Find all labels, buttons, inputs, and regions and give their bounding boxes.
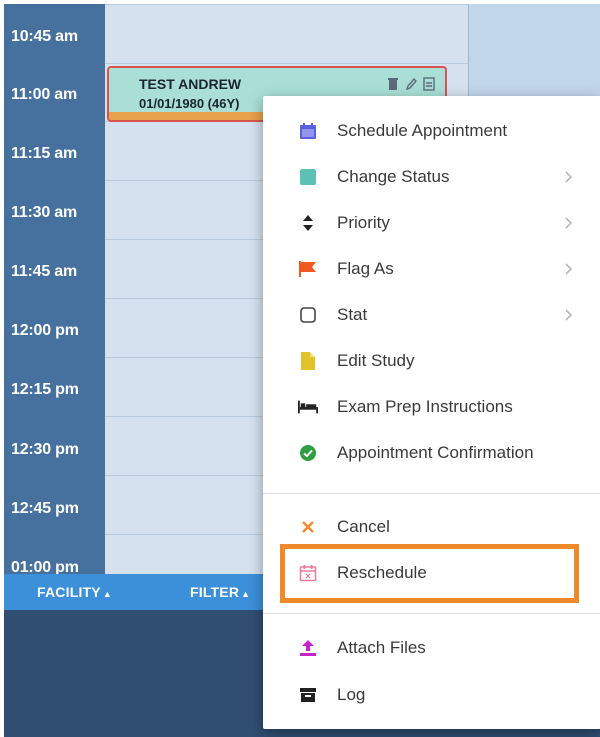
calendar-icon: [298, 121, 318, 141]
document-icon: [298, 351, 318, 371]
patient-dob: 01/01/1980 (46Y): [139, 96, 240, 111]
time-label: 12:45 pm: [11, 500, 79, 517]
check-circle-icon: [298, 443, 318, 463]
flag-icon: [298, 259, 318, 279]
menu-item-flag-as[interactable]: Flag As: [263, 246, 600, 292]
facility-label: FACILITY: [37, 584, 101, 600]
filter-label: FILTER: [190, 584, 240, 600]
filter-button[interactable]: FILTER ▲: [190, 584, 250, 600]
menu-item-stat[interactable]: Stat: [263, 292, 600, 338]
menu-item-label: Log: [337, 685, 366, 704]
time-column: 10:45 am 11:00 am 11:15 am 11:30 am 11:4…: [4, 4, 105, 576]
time-label: 11:30 am: [11, 204, 78, 221]
checkbox-icon: [298, 305, 318, 325]
time-label: 12:30 pm: [11, 441, 79, 458]
menu-item-exam-prep[interactable]: Exam Prep Instructions: [263, 384, 600, 430]
menu-item-label: Flag As: [337, 259, 394, 278]
menu-item-label: Priority: [337, 213, 390, 232]
context-menu: Schedule Appointment Change Status Prior…: [263, 96, 600, 729]
menu-item-attach-files[interactable]: Attach Files: [263, 625, 600, 671]
chevron-right-icon: [565, 263, 573, 275]
time-slot[interactable]: [105, 4, 469, 63]
patient-name: TEST ANDREW: [139, 76, 242, 92]
menu-item-label: Stat: [337, 305, 368, 324]
time-label: 12:15 pm: [11, 381, 79, 398]
menu-divider: [263, 613, 600, 614]
menu-item-appointment-confirmation[interactable]: Appointment Confirmation: [263, 430, 600, 476]
close-icon: [298, 517, 318, 537]
menu-item-label: Schedule Appointment: [337, 121, 508, 140]
pencil-icon[interactable]: [405, 77, 417, 91]
menu-item-schedule-appointment[interactable]: Schedule Appointment: [263, 108, 600, 154]
trash-icon[interactable]: [387, 77, 399, 91]
menu-item-label: Change Status: [337, 167, 450, 186]
chevron-right-icon: [565, 171, 573, 183]
caret-up-icon: ▲: [102, 589, 112, 599]
upload-icon: [298, 638, 318, 658]
menu-item-edit-study[interactable]: Edit Study: [263, 338, 600, 384]
caret-up-icon: ▲: [241, 589, 251, 599]
time-label: 11:00 am: [11, 86, 78, 103]
archive-icon: [298, 685, 318, 705]
chevron-right-icon: [565, 217, 573, 229]
time-label: 11:15 am: [11, 145, 78, 162]
menu-item-label: Attach Files: [337, 638, 426, 657]
menu-item-label: Exam Prep Instructions: [337, 397, 513, 416]
form-icon[interactable]: [423, 77, 435, 91]
reschedule-highlight-box: [280, 544, 579, 603]
menu-item-change-status[interactable]: Change Status: [263, 154, 600, 200]
menu-item-priority[interactable]: Priority: [263, 200, 600, 246]
menu-item-log[interactable]: Log: [263, 672, 600, 718]
time-label: 12:00 pm: [11, 322, 79, 339]
menu-item-label: Appointment Confirmation: [337, 443, 534, 462]
menu-divider: [263, 493, 600, 494]
time-label: 10:45 am: [11, 28, 78, 45]
bed-icon: [298, 397, 318, 417]
facility-button[interactable]: FACILITY ▲: [37, 584, 112, 600]
menu-item-label: Edit Study: [337, 351, 415, 370]
time-label: 11:45 am: [11, 263, 78, 280]
menu-item-label: Cancel: [337, 517, 390, 536]
chevron-right-icon: [565, 309, 573, 321]
sort-arrows-icon: [298, 213, 318, 233]
status-square-icon: [298, 167, 318, 187]
